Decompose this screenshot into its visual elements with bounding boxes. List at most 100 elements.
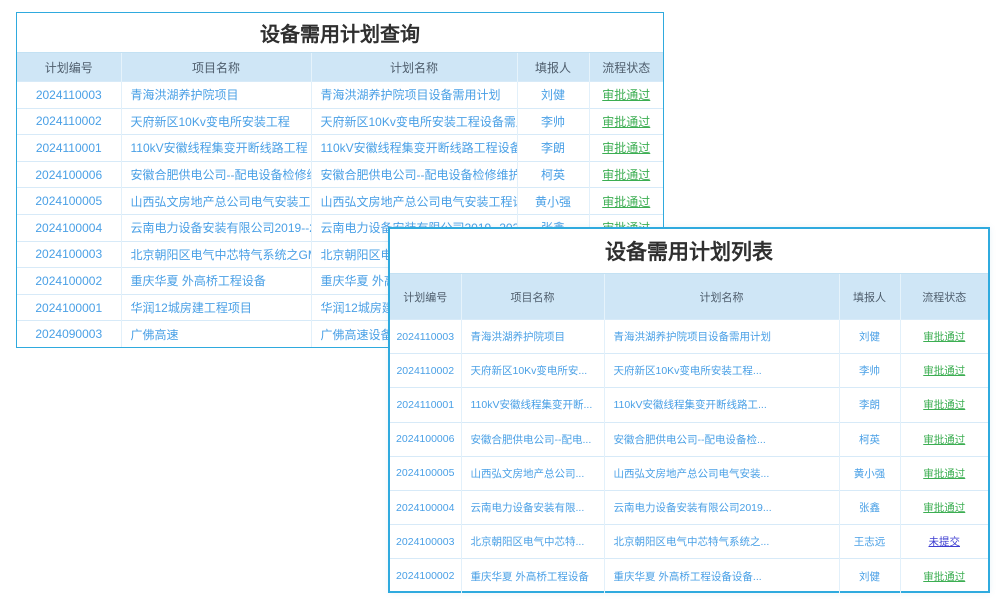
table-row[interactable]: 2024110001110kV安徽线程集变开断线路工程110kV安徽线程集变开断…: [17, 135, 663, 162]
table-row[interactable]: 2024110003青海洪湖养护院项目青海洪湖养护院项目设备需用计划刘健 审批通过: [390, 320, 988, 354]
cell-plan_name: 110kV安徽线程集变开断线路工...: [604, 388, 839, 422]
status-link[interactable]: 审批通过: [923, 468, 965, 480]
cell-plan_no: 2024100006: [390, 422, 461, 456]
status-link[interactable]: 审批通过: [923, 331, 965, 343]
cell-plan_name: 重庆华夏 外高桥工程设备设备...: [604, 559, 839, 593]
table-row[interactable]: 2024110003青海洪湖养护院项目青海洪湖养护院项目设备需用计划刘健审批通过: [17, 82, 663, 109]
cell-plan_name: 青海洪湖养护院项目设备需用计划: [604, 320, 839, 354]
cell-plan_no: 2024110003: [17, 82, 121, 109]
column-header: 计划编号: [17, 53, 121, 82]
column-header: 项目名称: [121, 53, 311, 82]
table-header-row: 计划编号项目名称计划名称填报人流程状态: [390, 274, 988, 320]
cell-plan_no: 2024110001: [17, 135, 121, 162]
table-row[interactable]: 2024100005山西弘文房地产总公司...山西弘文房地产总公司电气安装...…: [390, 456, 988, 490]
cell-status: 审批通过: [900, 422, 988, 456]
cell-plan_no: 2024090003: [17, 321, 121, 348]
cell-status: 审批通过: [900, 559, 988, 593]
cell-project: 北京朝阳区电气中芯特...: [461, 525, 604, 559]
cell-reporter: 刘健: [517, 82, 589, 109]
cell-status: 审批通过: [589, 135, 663, 162]
table-row[interactable]: 2024100006安徽合肥供电公司--配电...安徽合肥供电公司--配电设备检…: [390, 422, 988, 456]
cell-plan_name: 110kV安徽线程集变开断线路工程设备: [311, 135, 517, 162]
cell-plan_no: 2024100004: [17, 214, 121, 241]
cell-project: 青海洪湖养护院项目: [461, 320, 604, 354]
cell-reporter: 李帅: [517, 108, 589, 135]
equipment-plan-list-table: 计划编号项目名称计划名称填报人流程状态 2024110003青海洪湖养护院项目青…: [390, 273, 988, 593]
cell-plan_no: 2024100006: [17, 161, 121, 188]
cell-project: 安徽合肥供电公司--配电设备检修维护: [121, 161, 311, 188]
cell-reporter: 张鑫: [839, 490, 900, 524]
panel-title: 设备需用计划列表: [390, 229, 988, 273]
cell-plan_no: 2024100002: [390, 559, 461, 593]
status-link[interactable]: 审批通过: [602, 141, 650, 155]
column-header: 计划编号: [390, 274, 461, 320]
table-row[interactable]: 2024110002天府新区10Kv变电所安装工程天府新区10Kv变电所安装工程…: [17, 108, 663, 135]
cell-plan_name: 天府新区10Kv变电所安装工程设备需用: [311, 108, 517, 135]
cell-plan_no: 2024100004: [390, 490, 461, 524]
cell-reporter: 刘健: [839, 559, 900, 593]
cell-project: 山西弘文房地产总公司...: [461, 456, 604, 490]
column-header: 项目名称: [461, 274, 604, 320]
status-link[interactable]: 审批通过: [602, 195, 650, 209]
cell-plan_no: 2024110003: [390, 320, 461, 354]
cell-project: 云南电力设备安装有限公司2019--2: [121, 214, 311, 241]
cell-plan_no: 2024100001: [17, 294, 121, 321]
table-row[interactable]: 2024100004云南电力设备安装有限...云南电力设备安装有限公司2019.…: [390, 490, 988, 524]
status-link[interactable]: 审批通过: [923, 365, 965, 377]
cell-plan_no: 2024100002: [17, 268, 121, 295]
column-header: 流程状态: [589, 53, 663, 82]
cell-reporter: 柯英: [517, 161, 589, 188]
table-header-row: 计划编号项目名称计划名称填报人流程状态: [17, 53, 663, 82]
cell-project: 110kV安徽线程集变开断线路工程: [121, 135, 311, 162]
table-row[interactable]: 2024100006安徽合肥供电公司--配电设备检修维护安徽合肥供电公司--配电…: [17, 161, 663, 188]
status-link[interactable]: 审批通过: [923, 571, 965, 583]
status-link[interactable]: 审批通过: [602, 168, 650, 182]
cell-project: 重庆华夏 外高桥工程设备: [461, 559, 604, 593]
cell-plan_name: 安徽合肥供电公司--配电设备检...: [604, 422, 839, 456]
cell-plan_no: 2024100005: [17, 188, 121, 215]
cell-reporter: 黄小强: [517, 188, 589, 215]
cell-reporter: 王志远: [839, 525, 900, 559]
cell-plan_name: 云南电力设备安装有限公司2019...: [604, 490, 839, 524]
cell-plan_name: 天府新区10Kv变电所安装工程...: [604, 354, 839, 388]
cell-project: 天府新区10Kv变电所安装工程: [121, 108, 311, 135]
table-row[interactable]: 2024100003北京朝阳区电气中芯特...北京朝阳区电气中芯特气系统之...…: [390, 525, 988, 559]
table-row[interactable]: 2024110002天府新区10Kv变电所安...天府新区10Kv变电所安装工程…: [390, 354, 988, 388]
cell-reporter: 李朗: [839, 388, 900, 422]
cell-project: 云南电力设备安装有限...: [461, 490, 604, 524]
cell-plan_no: 2024100003: [17, 241, 121, 268]
status-link[interactable]: 审批通过: [923, 434, 965, 446]
cell-plan_name: 青海洪湖养护院项目设备需用计划: [311, 82, 517, 109]
table-row[interactable]: 2024100005山西弘文房地产总公司电气安装工程山西弘文房地产总公司电气安装…: [17, 188, 663, 215]
status-link[interactable]: 审批通过: [602, 88, 650, 102]
panel-title: 设备需用计划查询: [17, 13, 663, 52]
cell-status: 审批通过: [900, 490, 988, 524]
cell-plan_name: 山西弘文房地产总公司电气安装工程设: [311, 188, 517, 215]
cell-reporter: 李朗: [517, 135, 589, 162]
cell-reporter: 黄小强: [839, 456, 900, 490]
equipment-plan-list-panel: 设备需用计划列表 计划编号项目名称计划名称填报人流程状态 2024110003青…: [388, 227, 990, 593]
cell-reporter: 刘健: [839, 320, 900, 354]
cell-reporter: 柯英: [839, 422, 900, 456]
cell-status: 审批通过: [900, 354, 988, 388]
cell-project: 华润12城房建工程项目: [121, 294, 311, 321]
status-link[interactable]: 审批通过: [923, 399, 965, 411]
status-link[interactable]: 审批通过: [602, 115, 650, 129]
cell-plan_no: 2024110002: [390, 354, 461, 388]
column-header: 流程状态: [900, 274, 988, 320]
cell-status: 审批通过: [900, 456, 988, 490]
cell-project: 广佛高速: [121, 321, 311, 348]
table-row[interactable]: 2024100002重庆华夏 外高桥工程设备重庆华夏 外高桥工程设备设备...刘…: [390, 559, 988, 593]
status-link[interactable]: 审批通过: [923, 502, 965, 514]
cell-plan_no: 2024110001: [390, 388, 461, 422]
cell-status: 审批通过: [589, 188, 663, 215]
table-row[interactable]: 2024110001110kV安徽线程集变开断...110kV安徽线程集变开断线…: [390, 388, 988, 422]
cell-project: 安徽合肥供电公司--配电...: [461, 422, 604, 456]
cell-plan_name: 山西弘文房地产总公司电气安装...: [604, 456, 839, 490]
cell-reporter: 李帅: [839, 354, 900, 388]
status-link[interactable]: 未提交: [929, 536, 961, 548]
cell-status: 未提交: [900, 525, 988, 559]
cell-status: 审批通过: [900, 388, 988, 422]
column-header: 计划名称: [311, 53, 517, 82]
cell-status: 审批通过: [589, 161, 663, 188]
